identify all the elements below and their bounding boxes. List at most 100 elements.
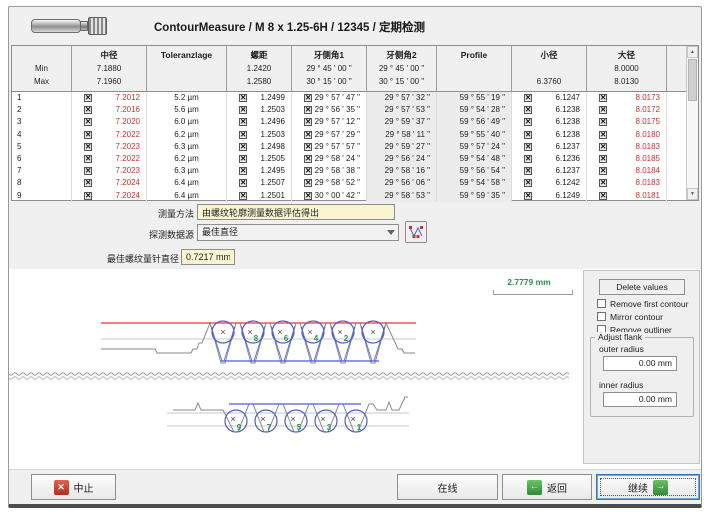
row-checkbox[interactable]: ✕: [304, 143, 312, 151]
wire-number: 7: [267, 423, 272, 432]
table-row[interactable]: 7✕7.20236.3 µm✕1.2495✕29 ° 58 ' 38 "29 °…: [12, 165, 688, 177]
row-checkbox[interactable]: ✕: [599, 143, 607, 151]
cell-value: 29 ° 58 ' 24 ": [312, 153, 366, 165]
scrollbar-thumb[interactable]: [688, 59, 697, 101]
row-checkbox[interactable]: ✕: [599, 94, 607, 102]
row-checkbox[interactable]: ✕: [524, 106, 532, 114]
row-checkbox[interactable]: ✕: [84, 155, 92, 163]
row-checkbox[interactable]: ✕: [239, 118, 247, 126]
row-number: 8: [12, 177, 72, 189]
row-checkbox[interactable]: ✕: [239, 131, 247, 139]
row-checkbox[interactable]: ✕: [524, 167, 532, 175]
wire-number: 6: [284, 334, 289, 343]
abort-x-icon: ✕: [54, 480, 69, 495]
row-checkbox[interactable]: ✕: [524, 192, 532, 200]
row-checkbox[interactable]: ✕: [524, 94, 532, 102]
row-checkbox[interactable]: ✕: [304, 155, 312, 163]
scroll-up-button[interactable]: ▲: [687, 46, 698, 58]
row-checkbox[interactable]: ✕: [524, 143, 532, 151]
wire-number: 2: [344, 334, 349, 343]
table-row[interactable]: 5✕7.20236.3 µm✕1.2498✕29 ° 57 ' 57 "29 °…: [12, 141, 688, 153]
cell-tol: 5.2 µm: [147, 92, 227, 104]
mirror-contour-checkbox[interactable]: [597, 312, 606, 321]
row-checkbox[interactable]: ✕: [84, 167, 92, 175]
table-row[interactable]: 1✕7.20125.2 µm✕1.2499✕29 ° 57 ' 47 "29 °…: [12, 92, 688, 104]
measure-points-icon-button[interactable]: [405, 221, 427, 243]
row-checkbox[interactable]: ✕: [84, 131, 92, 139]
row-checkbox[interactable]: ✕: [599, 167, 607, 175]
row-checkbox[interactable]: ✕: [84, 106, 92, 114]
next-arrow-icon: →: [653, 480, 668, 495]
method-input[interactable]: [197, 204, 395, 220]
row-checkbox[interactable]: ✕: [239, 143, 247, 151]
table-row[interactable]: 6✕7.20226.2 µm✕1.2505✕29 ° 58 ' 24 "29 °…: [12, 153, 688, 165]
row-checkbox[interactable]: ✕: [84, 94, 92, 102]
measurement-table[interactable]: MinMax中径7.18807.1960Toleranzlage 螺距1.242…: [11, 45, 699, 201]
row-checkbox[interactable]: ✕: [304, 94, 312, 102]
row-checkbox[interactable]: ✕: [304, 118, 312, 126]
next-button[interactable]: 继续 →: [596, 474, 700, 500]
back-button-label: 返回: [547, 480, 567, 495]
row-checkbox[interactable]: ✕: [239, 192, 247, 200]
cell-value: 1.2498: [247, 141, 291, 153]
cell-value: 59 ° 54 ' 28 ": [437, 104, 511, 116]
row-checkbox[interactable]: ✕: [239, 179, 247, 187]
table-row[interactable]: 8✕7.20246.4 µm✕1.2507✕29 ° 58 ' 52 "29 °…: [12, 177, 688, 189]
row-checkbox[interactable]: ✕: [84, 179, 92, 187]
row-checkbox[interactable]: ✕: [524, 131, 532, 139]
cell-fa2: 29 ° 58 ' 16 ": [367, 165, 437, 177]
remove-first-contour-checkbox[interactable]: [597, 299, 606, 308]
cell-value: 1.2503: [247, 104, 291, 116]
row-checkbox[interactable]: ✕: [239, 94, 247, 102]
abort-button[interactable]: ✕ 中止: [31, 474, 116, 500]
row-checkbox[interactable]: ✕: [524, 155, 532, 163]
row-checkbox[interactable]: ✕: [239, 167, 247, 175]
delete-values-button[interactable]: Delete values: [599, 279, 685, 295]
row-checkbox[interactable]: ✕: [304, 179, 312, 187]
table-row[interactable]: 4✕7.20226.2 µm✕1.2503✕29 ° 57 ' 29 "29 °…: [12, 129, 688, 141]
cell-d2: ✕7.2020: [72, 116, 147, 128]
row-checkbox[interactable]: ✕: [599, 192, 607, 200]
row-checkbox[interactable]: ✕: [84, 143, 92, 151]
wire-diameter-input[interactable]: [181, 249, 235, 265]
inner-radius-input[interactable]: 0.00 mm: [603, 392, 677, 407]
probe-source-select[interactable]: 最佳直径: [197, 224, 399, 241]
row-checkbox[interactable]: ✕: [304, 192, 312, 200]
row-checkbox[interactable]: ✕: [599, 106, 607, 114]
online-button[interactable]: 在线: [397, 474, 498, 500]
table-row[interactable]: 2✕7.20165.6 µm✕1.2503✕29 ° 56 ' 35 "29 °…: [12, 104, 688, 116]
row-checkbox[interactable]: ✕: [84, 192, 92, 200]
cell-fa1: ✕30 ° 00 ' 42 ": [292, 190, 367, 202]
row-checkbox[interactable]: ✕: [599, 155, 607, 163]
cell-value: 59 ° 55 ' 40 ": [437, 129, 511, 141]
cell-tol: 6.3 µm: [147, 165, 227, 177]
cell-value: 6.1238: [532, 116, 586, 128]
row-checkbox[interactable]: ✕: [304, 167, 312, 175]
cell-value: 8.0172: [607, 104, 666, 116]
table-scrollbar[interactable]: ▲ ▼: [686, 46, 698, 200]
cell-d: ✕8.0181: [587, 190, 667, 202]
mirror-contour-label: Mirror contour: [610, 312, 663, 322]
row-checkbox[interactable]: ✕: [599, 131, 607, 139]
table-row[interactable]: 3✕7.20206.0 µm✕1.2496✕29 ° 57 ' 12 "29 °…: [12, 116, 688, 128]
cell-tol: 6.4 µm: [147, 177, 227, 189]
row-checkbox[interactable]: ✕: [239, 106, 247, 114]
column-header-profile: Profile: [437, 46, 512, 91]
cell-value: 29 ° 59 ' 37 ": [367, 116, 436, 128]
back-button[interactable]: ← 返回: [502, 474, 592, 500]
scroll-down-button[interactable]: ▼: [687, 188, 698, 200]
row-checkbox[interactable]: ✕: [599, 118, 607, 126]
row-checkbox[interactable]: ✕: [524, 118, 532, 126]
row-checkbox[interactable]: ✕: [599, 179, 607, 187]
row-checkbox[interactable]: ✕: [524, 179, 532, 187]
cell-fa1: ✕29 ° 57 ' 47 ": [292, 92, 367, 104]
outer-radius-input[interactable]: 0.00 mm: [603, 356, 677, 371]
cell-d2: ✕7.2012: [72, 92, 147, 104]
row-checkbox[interactable]: ✕: [304, 131, 312, 139]
cell-d2: ✕7.2024: [72, 177, 147, 189]
row-checkbox[interactable]: ✕: [304, 106, 312, 114]
row-checkbox[interactable]: ✕: [84, 118, 92, 126]
cell-fa1: ✕29 ° 57 ' 29 ": [292, 129, 367, 141]
table-row[interactable]: 9✕7.20246.4 µm✕1.2501✕30 ° 00 ' 42 "29 °…: [12, 190, 688, 202]
row-checkbox[interactable]: ✕: [239, 155, 247, 163]
